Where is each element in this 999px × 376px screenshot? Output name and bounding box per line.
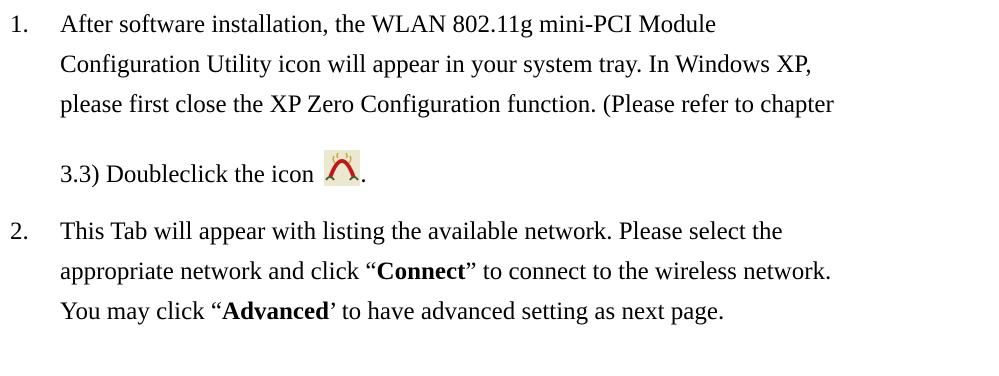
document-page: 1. After software installation, the WLAN… — [0, 0, 999, 376]
item-1-line-4: 3.3) Doubleclick the icon . — [60, 150, 367, 189]
connect-keyword: Connect — [376, 258, 466, 285]
list-number-1: 1. — [10, 11, 29, 38]
item-2-line-3: You may click “Advanced’ to have advance… — [60, 298, 724, 326]
item-2-line-2-pre: appropriate network and click “ — [60, 258, 377, 285]
item-2-line-3-post: ’ to have advanced setting as next page. — [329, 298, 725, 325]
item-2-line-2-post: ” to connect to the wireless network. — [465, 258, 832, 285]
item-1-line-3: please first close the XP Zero Configura… — [60, 91, 834, 118]
item-1-line-2: Configuration Utility icon will appear i… — [60, 51, 812, 78]
item-2-line-2: appropriate network and click “Connect” … — [60, 258, 831, 286]
item-2-line-3-pre: You may click “ — [60, 298, 223, 325]
item-1-line-4-end: . — [360, 161, 367, 188]
list-number-2: 2. — [10, 218, 29, 245]
item-1-line-4-text: 3.3) Doubleclick the icon — [60, 161, 321, 188]
wireless-utility-icon — [324, 150, 361, 186]
advanced-keyword: Advanced — [222, 298, 329, 325]
item-2-line-1: This Tab will appear with listing the av… — [60, 218, 783, 245]
item-1-line-1: After software installation, the WLAN 80… — [60, 11, 717, 38]
